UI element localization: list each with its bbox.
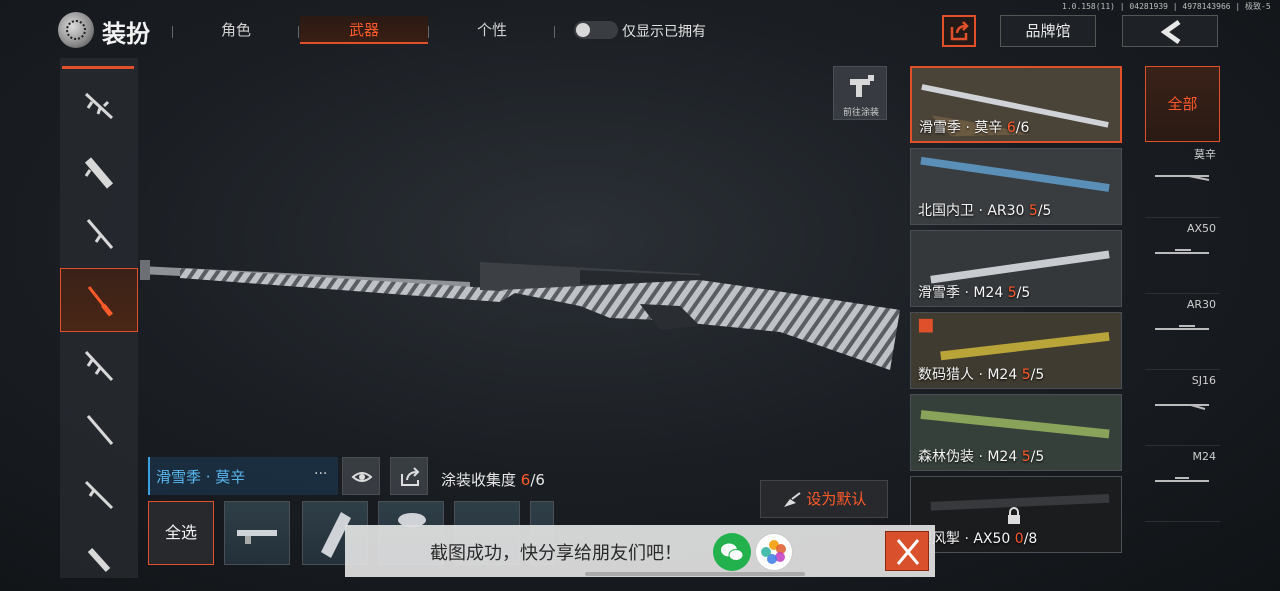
shotgun-icon — [86, 219, 114, 249]
skin-card-4[interactable]: 数码猎人 · M24 5/5 — [910, 312, 1122, 389]
skin-card-label: 婴风掣 · AX50 0/8 — [918, 531, 1038, 547]
weapon-slot-rifle-3[interactable] — [60, 462, 138, 526]
weapon-slot-pistol[interactable] — [60, 526, 138, 578]
divider — [554, 26, 555, 38]
part-thumb-scope[interactable] — [224, 501, 290, 565]
weapon-slot-sniper-rifle[interactable] — [60, 268, 138, 332]
spray-gun-icon — [850, 75, 874, 97]
skin-card-5[interactable]: 森林伪装 · M24 5/5 — [910, 394, 1122, 471]
brush-icon — [783, 491, 801, 507]
share-button[interactable] — [942, 15, 976, 47]
weapon-slot-marksman-rifle[interactable] — [60, 398, 138, 462]
goto-paint-label: 前往涂装 — [842, 108, 879, 118]
brand-hall-button[interactable]: 品牌馆 — [1000, 15, 1096, 47]
ax50-icon — [1155, 249, 1209, 254]
skin-card-label: 森林伪装 · M24 5/5 — [918, 449, 1045, 465]
tab-personality[interactable]: 个性 — [428, 16, 556, 44]
category-all[interactable]: 全部 — [1145, 66, 1220, 142]
lock-icon — [1006, 507, 1022, 525]
page-title: 装扮 — [102, 20, 150, 48]
photos-share-button[interactable] — [755, 533, 793, 571]
tab-weapon[interactable]: 武器 — [300, 16, 428, 44]
marksman-rifle-icon — [86, 415, 114, 445]
category-ar30[interactable]: AR30 — [1145, 294, 1220, 370]
smg-icon — [84, 157, 114, 189]
collection-progress: 涂装收集度 6/6 — [441, 471, 545, 489]
sj16-icon — [1155, 404, 1209, 410]
photos-icon — [761, 540, 786, 564]
toast-message: 截图成功，快分享给朋友们吧！ — [430, 543, 682, 564]
more-options-button[interactable]: ··· — [314, 466, 327, 482]
selected-skin-name: 滑雪季 · 莫辛 — [156, 468, 246, 486]
toggle-knob — [576, 23, 590, 37]
skin-card-label: 北国内卫 · AR30 5/5 — [918, 203, 1052, 219]
share-skin-button[interactable] — [390, 457, 428, 495]
weapon-preview-mosin[interactable] — [136, 240, 910, 380]
scope-icon — [237, 530, 277, 544]
skin-card-1[interactable]: 滑雪季 · 莫辛 6/6 — [910, 66, 1122, 143]
weapon-slot-smg[interactable] — [60, 138, 138, 202]
share-icon — [401, 467, 420, 486]
weapon-slot-assault-rifle[interactable] — [60, 74, 138, 138]
sniper-rifle-icon — [87, 286, 113, 317]
skin-card-2[interactable]: 北国内卫 · AR30 5/5 — [910, 148, 1122, 225]
assault-rifle-icon — [84, 92, 114, 120]
mosin-icon — [1155, 175, 1210, 181]
divider — [298, 26, 299, 38]
select-all-button[interactable]: 全选 — [148, 501, 214, 565]
rifle-3-icon — [84, 480, 114, 510]
category-m24[interactable]: M24 — [1145, 446, 1220, 522]
preview-button[interactable] — [342, 457, 380, 495]
category-ax50[interactable]: AX50 — [1145, 218, 1220, 294]
toast-progress-bar — [585, 572, 805, 576]
assault-rifle-2-icon — [84, 350, 114, 382]
set-default-label: 设为默认 — [806, 490, 867, 508]
eye-icon — [351, 472, 373, 482]
goto-paint-button[interactable]: 前往涂装 — [833, 66, 887, 120]
set-default-button[interactable]: 设为默认 — [760, 480, 888, 518]
back-button[interactable] — [1122, 15, 1218, 47]
skin-card-label: 数码猎人 · M24 5/5 — [918, 367, 1045, 383]
wechat-icon — [721, 543, 744, 561]
game-logo-icon — [58, 12, 94, 48]
owned-only-toggle[interactable] — [574, 21, 618, 39]
weapon-slot-assault-rifle-2[interactable] — [60, 334, 138, 398]
owned-only-label: 仅显示已拥有 — [622, 24, 706, 40]
weapon-slot-shotgun[interactable] — [60, 202, 138, 266]
chevron-left-icon — [1160, 19, 1181, 45]
m24-icon — [1155, 477, 1209, 482]
version-text: 1.0.158(11) | 04281939 | 4978143966 | 极致… — [1062, 2, 1271, 11]
toast-close-button[interactable] — [885, 531, 929, 571]
share-icon — [950, 21, 969, 41]
skin-card-label: 滑雪季 · 莫辛 6/6 — [919, 120, 1030, 136]
category-mosin[interactable]: 莫辛 — [1145, 142, 1220, 218]
wechat-share-button[interactable] — [713, 533, 751, 571]
scroll-indicator — [62, 66, 134, 69]
close-icon — [896, 539, 920, 565]
skin-card-3[interactable]: 滑雪季 · M24 5/5 — [910, 230, 1122, 307]
pistol-icon — [87, 547, 111, 573]
category-sj16[interactable]: SJ16 — [1145, 370, 1220, 446]
tab-character[interactable]: 角色 — [172, 16, 300, 44]
ar30-icon — [1155, 325, 1209, 330]
skin-card-label: 滑雪季 · M24 5/5 — [918, 285, 1031, 301]
